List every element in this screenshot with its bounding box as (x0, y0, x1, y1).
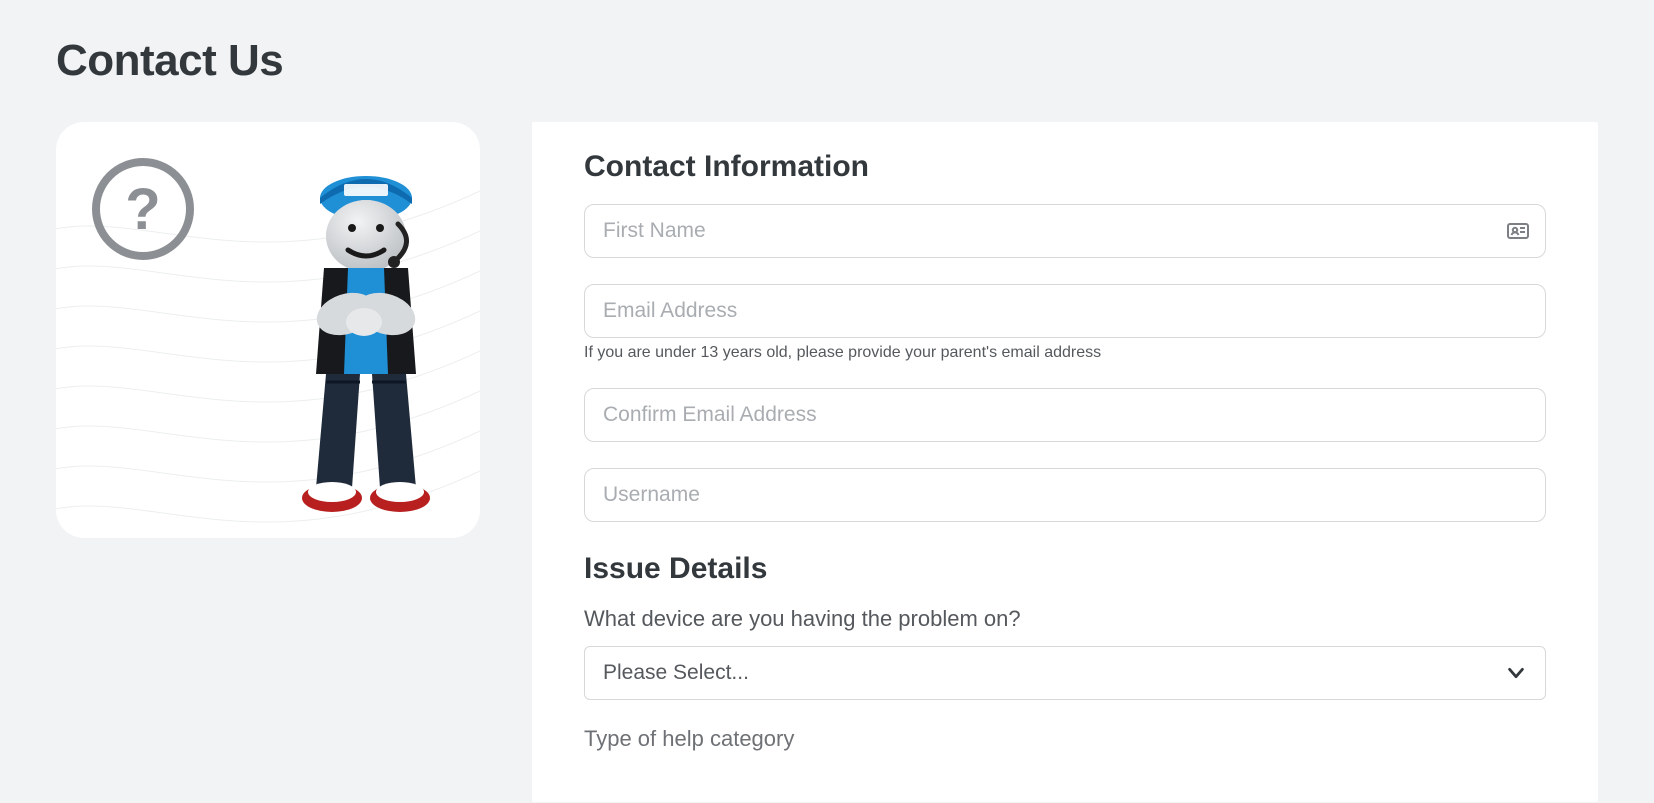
username-field-wrap (584, 468, 1546, 522)
contact-form-card: Contact Information If you are under 13 … (532, 122, 1598, 802)
confirm-email-field-wrap (584, 388, 1546, 442)
roblox-avatar (266, 164, 466, 524)
email-field-wrap: If you are under 13 years old, please pr… (584, 284, 1546, 362)
issue-details-heading: Issue Details (584, 552, 1546, 586)
first-name-field-wrap (584, 204, 1546, 258)
device-question-label: What device are you having the problem o… (584, 606, 1546, 632)
id-card-icon (1506, 219, 1530, 243)
contact-info-heading: Contact Information (584, 150, 1546, 184)
help-sidebar-card: ? (56, 122, 480, 538)
help-category-label: Type of help category (584, 726, 1546, 752)
device-select-value: Please Select... (603, 661, 749, 685)
email-helper-text: If you are under 13 years old, please pr… (584, 344, 1546, 362)
chevron-down-icon (1505, 662, 1527, 684)
first-name-input[interactable] (584, 204, 1546, 258)
confirm-email-input[interactable] (584, 388, 1546, 442)
email-input[interactable] (584, 284, 1546, 338)
question-icon: ? (92, 158, 194, 260)
device-select-wrap: Please Select... (584, 646, 1546, 700)
username-input[interactable] (584, 468, 1546, 522)
page-title: Contact Us (56, 36, 1598, 86)
device-select[interactable]: Please Select... (584, 646, 1546, 700)
